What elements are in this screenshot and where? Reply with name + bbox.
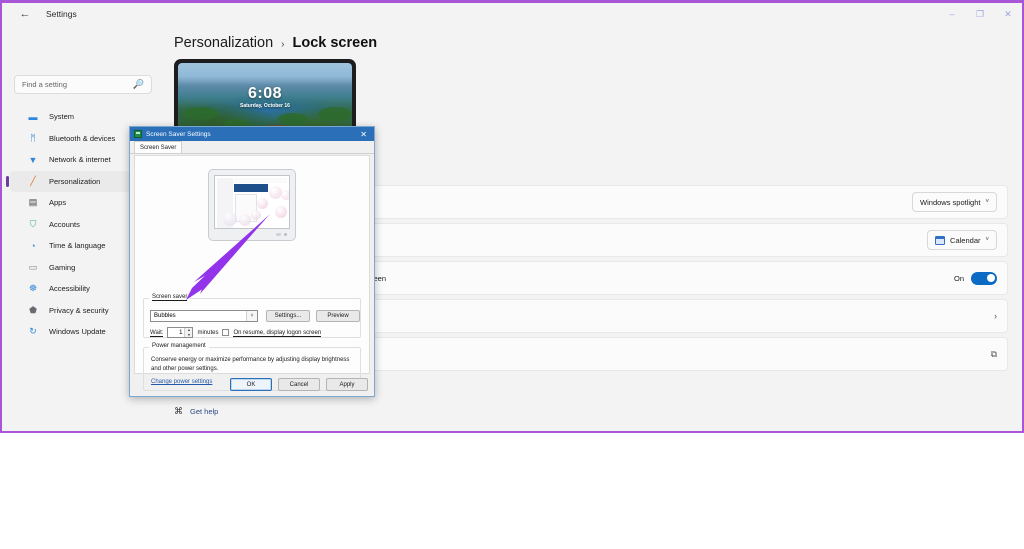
back-arrow-icon[interactable]: ← [10, 4, 40, 24]
apps-icon: ▤ [28, 197, 38, 208]
sidebar-item-label: Personalization [49, 176, 101, 186]
page-title: Lock screen [292, 35, 378, 51]
toggle-state-label: On [953, 273, 964, 283]
sidebar-item-label: System [49, 112, 75, 122]
calendar-icon [935, 235, 946, 245]
screen-saver-settings-dialog: Screen Saver Settings ✕ Screen Saver Scr… [129, 126, 375, 397]
breadcrumb-parent[interactable]: Personalization [174, 35, 273, 51]
dropdown-value: Calendar [950, 235, 981, 245]
monitor-frame [208, 169, 296, 241]
sidebar-item-label: Bluetooth & devices [49, 133, 116, 143]
sidebar-item-label: Privacy & security [49, 305, 109, 315]
wait-label: Wait: [150, 329, 164, 337]
dialog-titlebar: Screen Saver Settings ✕ [130, 127, 374, 141]
dialog-buttons: OK Cancel Apply [230, 378, 368, 391]
account-icon: ⛉ [29, 218, 37, 229]
shield-icon: ⬟ [29, 304, 37, 315]
screen-saver-selected-value: Bubbles [154, 313, 176, 319]
power-management-legend: Power management [149, 343, 209, 349]
lock-screen-clock: 6:08 [247, 85, 283, 102]
chevron-down-icon: ˅ [985, 199, 989, 205]
close-button[interactable]: ✕ [994, 3, 1022, 25]
update-icon: ↻ [29, 326, 37, 337]
window-controls: – ❐ ✕ [938, 3, 1022, 25]
logon-screen-label[interactable]: On resume, display logon screen [233, 329, 322, 337]
wifi-icon: ▼ [28, 154, 38, 165]
wait-stepper[interactable]: 1 ▲ ▼ [167, 327, 194, 338]
logon-screen-checkbox[interactable] [222, 329, 230, 336]
screensaver-settings-button[interactable]: Settings... [266, 310, 310, 322]
monitor-screen [214, 175, 290, 229]
screen-saver-group: Screen saver Bubbles ˅ Settings... Previ… [143, 294, 361, 338]
clock-icon: ◔ [30, 240, 36, 251]
wait-value: 1 [179, 329, 183, 336]
minimize-button[interactable]: – [938, 3, 966, 25]
screensaver-icon [134, 130, 142, 138]
chevron-down-icon: ˅ [985, 237, 989, 243]
ok-button[interactable]: OK [230, 378, 272, 391]
chevron-right-icon: › [994, 311, 997, 321]
help-icon: ⌘ [174, 406, 183, 416]
lock-screen-status-row-dropdown[interactable]: Calendar ˅ [927, 230, 997, 250]
dialog-close-icon[interactable]: ✕ [357, 130, 370, 139]
get-help-label: Get help [190, 407, 219, 416]
sidebar-item-label: Time & language [49, 241, 106, 251]
bluetooth-icon: ᛗ [30, 133, 36, 144]
dialog-title: Screen Saver Settings [146, 130, 211, 138]
cancel-button[interactable]: Cancel [278, 378, 320, 391]
search-icon: 🔍 [132, 79, 144, 89]
sidebar-item-label: Accounts [49, 219, 80, 229]
screenshot-root: ← Settings – ❐ ✕ Find a setting 🔍 ▬ Syste… [0, 0, 1024, 549]
change-power-settings-link[interactable]: Change power settings [151, 379, 212, 385]
search-input[interactable]: Find a setting 🔍 [14, 75, 152, 94]
get-help-link[interactable]: ⌘ Get help [174, 406, 218, 417]
sidebar-item-label: Apps [49, 198, 67, 208]
search-placeholder: Find a setting [22, 80, 68, 89]
monitor-base [214, 231, 290, 238]
dialog-tabstrip: Screen Saver [130, 141, 374, 154]
screen-saver-dropdown[interactable]: Bubbles ˅ [150, 310, 258, 322]
external-link-icon: ⧉ [990, 348, 997, 359]
gamepad-icon: ▭ [28, 261, 38, 272]
chevron-down-icon[interactable]: ˅ [246, 311, 257, 321]
power-management-description: Conserve energy or maximize performance … [151, 357, 350, 373]
sidebar-item-label: Gaming [49, 262, 76, 272]
tab-screen-saver[interactable]: Screen Saver [134, 141, 183, 153]
sidebar-item-label: Windows Update [49, 327, 106, 337]
wait-row: Wait: 1 ▲ ▼ minutes On resume, display l… [150, 327, 322, 338]
toggle-switch[interactable] [971, 271, 997, 285]
paintbrush-icon: ╱ [30, 175, 36, 186]
minutes-label: minutes [197, 329, 219, 336]
breadcrumb-separator-icon: › [281, 39, 285, 50]
stepper-buttons[interactable]: ▲ ▼ [184, 328, 193, 338]
sidebar-item-label: Accessibility [49, 284, 90, 294]
stepper-down-icon[interactable]: ▼ [185, 333, 192, 338]
dropdown-value: Windows spotlight [920, 197, 981, 207]
monitor-icon: ▬ [28, 111, 38, 122]
screensaver-preview-button[interactable]: Preview [316, 310, 360, 322]
sidebar-item-label: Network & internet [49, 155, 111, 165]
breadcrumb: Personalization › Lock screen [174, 35, 1020, 51]
lock-screen-date: Saturday, October 16 [240, 103, 290, 109]
settings-titlebar: ← Settings – ❐ ✕ [2, 3, 1022, 25]
sidebar-item-system[interactable]: ▬ System [10, 106, 156, 128]
screen-saver-group-legend: Screen saver [149, 294, 191, 301]
personalize-lock-screen-row-dropdown[interactable]: Windows spotlight ˅ [912, 192, 997, 212]
accessibility-icon: ☸ [28, 283, 38, 294]
maximize-button[interactable]: ❐ [966, 3, 994, 25]
window-title: Settings [46, 9, 77, 19]
dialog-body: Screen saver Bubbles ˅ Settings... Previ… [134, 155, 370, 391]
screensaver-preview [135, 169, 369, 241]
apply-button[interactable]: Apply [326, 378, 368, 391]
